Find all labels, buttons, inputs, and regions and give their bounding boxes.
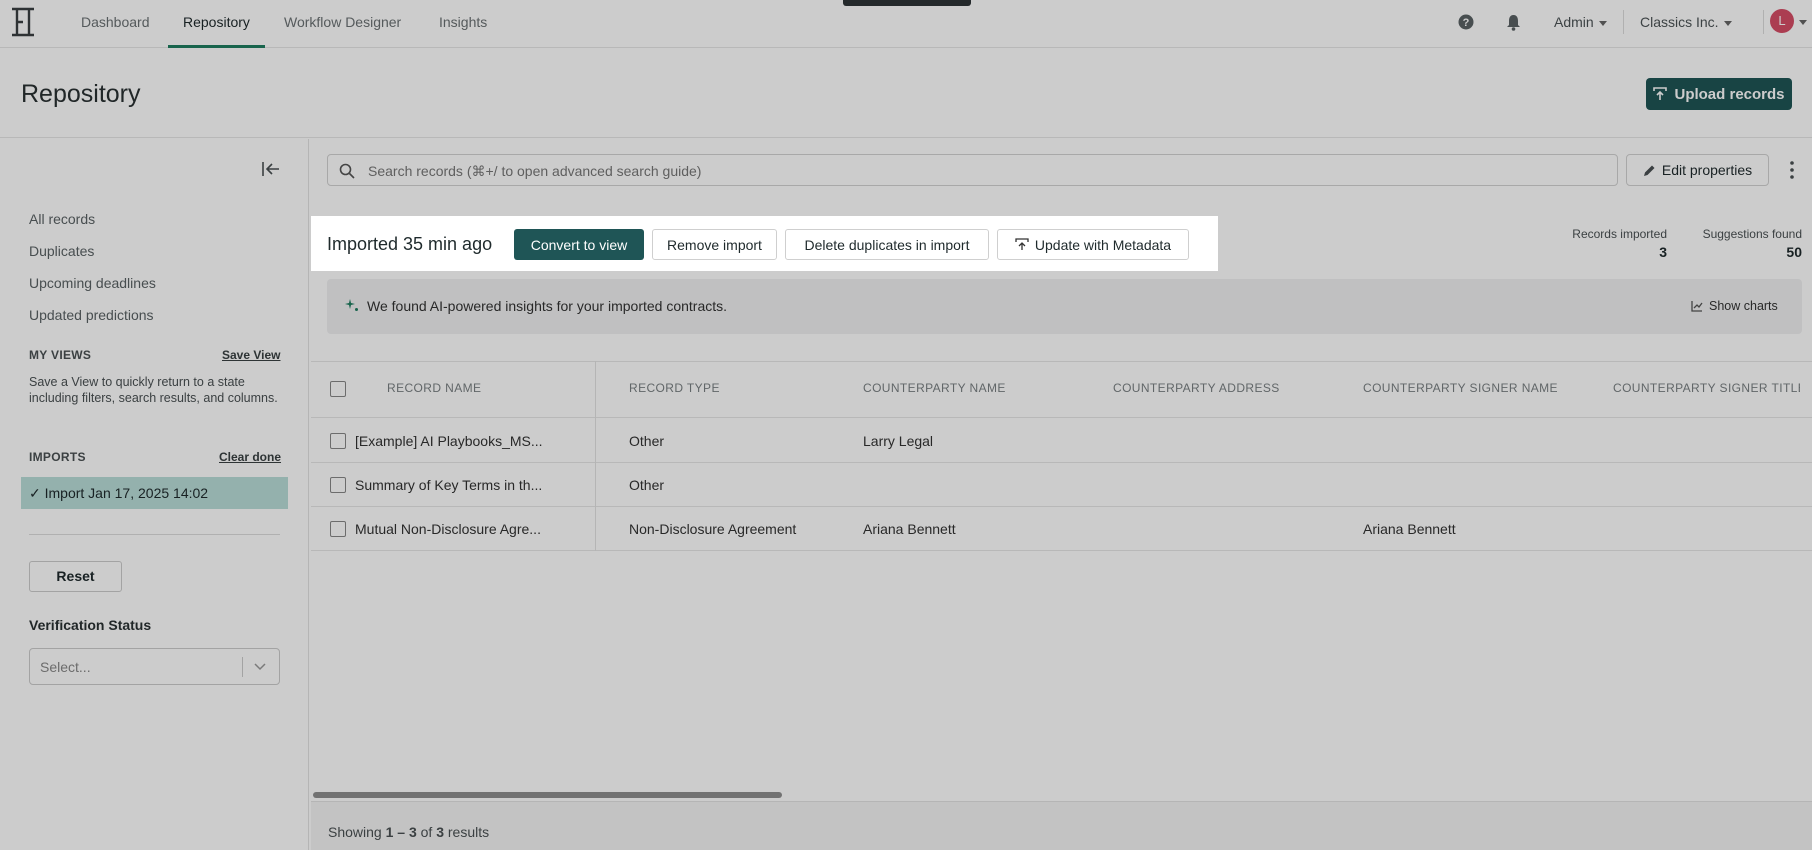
chevron-down-icon: [1723, 20, 1732, 26]
suggestions-found-label: Suggestions found: [1702, 227, 1802, 241]
record-name-cell[interactable]: Mutual Non-Disclosure Agre...: [355, 521, 541, 537]
update-with-metadata-label: Update with Metadata: [1034, 236, 1172, 253]
admin-menu-label: Admin: [1554, 14, 1594, 30]
insights-message: We found AI-powered insights for your im…: [367, 298, 728, 314]
convert-to-view-button[interactable]: Convert to view: [514, 229, 644, 260]
select-divider: [242, 657, 243, 677]
import-list-item[interactable]: ✓ Import Jan 17, 2025 14:02: [21, 477, 288, 509]
show-charts-label: Show charts: [1709, 299, 1778, 313]
sparkle-icon: [345, 299, 358, 311]
search-icon: [339, 163, 355, 179]
record-name-cell[interactable]: [Example] AI Playbooks_MS...: [355, 433, 543, 449]
verification-status-label: Verification Status: [29, 617, 152, 633]
results-count: Showing 1 – 3 of 3 results: [328, 824, 489, 840]
results-range: 1 – 3: [385, 824, 417, 840]
avatar[interactable]: L: [1770, 9, 1794, 33]
edit-properties-button[interactable]: Edit properties: [1626, 154, 1769, 186]
delete-duplicates-button[interactable]: Delete duplicates in import: [785, 229, 989, 260]
signer-name-cell: Ariana Bennett: [1363, 521, 1456, 537]
frozen-column-divider: [595, 361, 596, 551]
edit-properties-label: Edit properties: [1661, 162, 1753, 178]
nav-tab-workflow-designer[interactable]: Workflow Designer: [284, 0, 401, 48]
upload-records-label: Upload records: [1674, 85, 1785, 103]
select-all-checkbox[interactable]: [330, 381, 346, 397]
row-checkbox[interactable]: [330, 477, 346, 493]
sidebar-item-duplicates[interactable]: Duplicates: [29, 243, 94, 259]
chevron-down-icon: [1598, 20, 1607, 26]
records-imported-value: 3: [1659, 244, 1667, 260]
svg-text:?: ?: [1463, 17, 1470, 29]
column-header-record-name[interactable]: RECORD NAME: [387, 381, 481, 395]
sidebar-item-all-records[interactable]: All records: [29, 211, 95, 227]
chart-icon: [1691, 301, 1703, 312]
row-checkbox[interactable]: [330, 521, 346, 537]
more-options-icon[interactable]: [1784, 156, 1800, 184]
record-type-cell: Non-Disclosure Agreement: [629, 521, 797, 537]
bell-icon[interactable]: [1506, 14, 1521, 31]
remove-import-button[interactable]: Remove import: [652, 229, 777, 260]
row-checkbox[interactable]: [330, 433, 346, 449]
imports-heading: IMPORTS: [29, 450, 86, 464]
page-title: Repository: [21, 80, 141, 108]
org-menu-label: Classics Inc.: [1640, 14, 1719, 30]
records-imported-label: Records imported: [1572, 227, 1667, 241]
sidebar-item-upcoming-deadlines[interactable]: Upcoming deadlines: [29, 275, 156, 291]
insights-banner: We found AI-powered insights for your im…: [327, 279, 1802, 334]
update-with-metadata-button[interactable]: Update with Metadata: [997, 229, 1189, 260]
results-of: of: [416, 824, 437, 840]
nav-tab-dashboard[interactable]: Dashboard: [81, 0, 150, 48]
views-help-text: Save a View to quickly return to a state…: [29, 375, 278, 405]
column-header-record-type[interactable]: RECORD TYPE: [629, 381, 720, 395]
select-placeholder: Select...: [40, 659, 91, 675]
reset-button[interactable]: Reset: [29, 561, 122, 592]
results-suffix: results: [444, 824, 490, 840]
search-input[interactable]: Search records (⌘+/ to open advanced sea…: [327, 154, 1618, 186]
table-header: [311, 361, 1812, 418]
app-logo[interactable]: [10, 7, 36, 37]
upload-icon: [1653, 87, 1668, 100]
org-menu[interactable]: Classics Inc.: [1640, 14, 1732, 30]
counterparty-name-cell: Ariana Bennett: [863, 521, 956, 537]
page-header: [0, 49, 1812, 138]
upload-icon: [1015, 238, 1029, 250]
admin-menu[interactable]: Admin: [1554, 14, 1607, 30]
verification-status-select[interactable]: Select...: [29, 648, 280, 685]
my-views-heading: MY VIEWS: [29, 348, 92, 362]
record-type-cell: Other: [629, 433, 665, 449]
search-placeholder: Search records (⌘+/ to open advanced sea…: [368, 163, 702, 179]
nav-tab-repository[interactable]: Repository: [168, 0, 265, 48]
nav-tab-insights[interactable]: Insights: [439, 0, 487, 48]
scrollbar-thumb[interactable]: [313, 792, 782, 798]
column-header-counterparty-signer-name[interactable]: COUNTERPARTY SIGNER NAME: [1363, 381, 1558, 395]
results-prefix: Showing: [328, 824, 386, 840]
chevron-down-icon: [254, 663, 266, 671]
column-header-counterparty-name[interactable]: COUNTERPARTY NAME: [863, 381, 1006, 395]
column-header-counterparty-address[interactable]: COUNTERPARTY ADDRESS: [1113, 381, 1280, 395]
import-status-title: Imported 35 min ago: [327, 234, 493, 254]
counterparty-name-cell: Larry Legal: [863, 433, 934, 449]
collapse-sidebar-icon[interactable]: [262, 161, 280, 177]
pencil-icon: [1643, 165, 1655, 176]
nav-divider: [1763, 10, 1764, 34]
upload-records-button[interactable]: Upload records: [1646, 78, 1792, 110]
column-header-counterparty-signer-title[interactable]: COUNTERPARTY SIGNER TITLE: [1613, 381, 1800, 395]
record-name-cell[interactable]: Summary of Key Terms in th...: [355, 477, 542, 493]
chevron-down-icon[interactable]: [1799, 20, 1807, 25]
sidebar-item-updated-predictions[interactable]: Updated predictions: [29, 307, 154, 323]
nav-divider: [1623, 10, 1624, 34]
record-type-cell: Other: [629, 477, 665, 493]
save-view-link[interactable]: Save View: [222, 348, 281, 362]
suggestions-found-value: 50: [1786, 244, 1802, 260]
clear-done-link[interactable]: Clear done: [219, 450, 281, 464]
results-total: 3: [436, 824, 444, 840]
top-drag-handle: [843, 0, 971, 6]
show-charts-button[interactable]: Show charts: [1691, 299, 1778, 313]
top-navigation: [0, 0, 1812, 48]
sidebar-divider: [29, 534, 280, 535]
table-footer: [311, 801, 1812, 850]
help-icon[interactable]: ?: [1458, 14, 1474, 30]
